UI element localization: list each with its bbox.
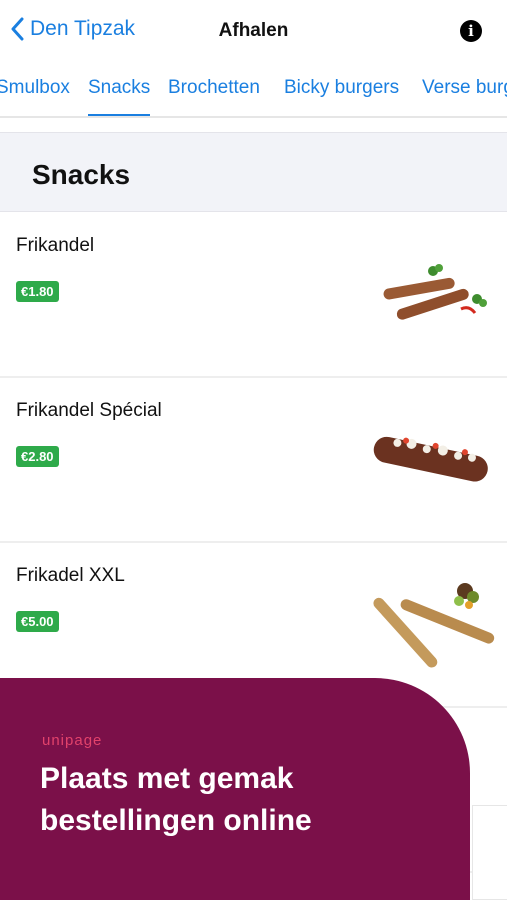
tab-brochetten[interactable]: Brochetten xyxy=(168,77,260,99)
unipage-logo: unipage xyxy=(42,732,103,749)
info-icon[interactable]: i xyxy=(460,20,482,42)
navigation-bar: Den Tipzak Afhalen i xyxy=(0,0,507,62)
menu-item-frikandel-special[interactable]: Frikandel Spécial €2.80 xyxy=(0,378,507,543)
active-tab-indicator xyxy=(88,114,150,116)
frikandel-image xyxy=(383,264,487,320)
edge-card xyxy=(472,805,507,900)
back-button-label: Den Tipzak xyxy=(30,17,136,40)
back-button[interactable]: Den Tipzak xyxy=(10,17,135,41)
section-header: Snacks xyxy=(0,132,507,212)
tab-snacks[interactable]: Snacks xyxy=(88,77,150,99)
tab-smulbox[interactable]: Smulbox xyxy=(0,77,70,99)
section-title: Snacks xyxy=(32,159,131,190)
promo-banner[interactable]: unipage Plaats met gemak bestellingen on… xyxy=(0,678,470,900)
price-badge: €2.80 xyxy=(16,446,59,467)
price-badge: €5.00 xyxy=(16,611,59,632)
tab-verse-burgers[interactable]: Verse burgers xyxy=(422,77,507,99)
frikandel-special-image xyxy=(373,436,488,482)
item-name: Frikadel XXL xyxy=(16,565,125,586)
frikadel-xxl-image xyxy=(373,583,495,668)
item-name: Frikandel Spécial xyxy=(16,400,162,421)
promo-headline-line2: bestellingen online xyxy=(40,804,312,837)
menu-item-frikandel[interactable]: Frikandel €1.80 xyxy=(0,213,507,378)
tab-bicky-burgers[interactable]: Bicky burgers xyxy=(284,77,399,99)
item-name: Frikandel xyxy=(16,235,95,256)
category-tabs: Smulbox Snacks Brochetten Bicky burgers … xyxy=(0,62,507,118)
price-badge: €1.80 xyxy=(16,281,59,302)
promo-headline-line1: Plaats met gemak xyxy=(40,762,294,795)
chevron-left-icon xyxy=(11,17,24,41)
